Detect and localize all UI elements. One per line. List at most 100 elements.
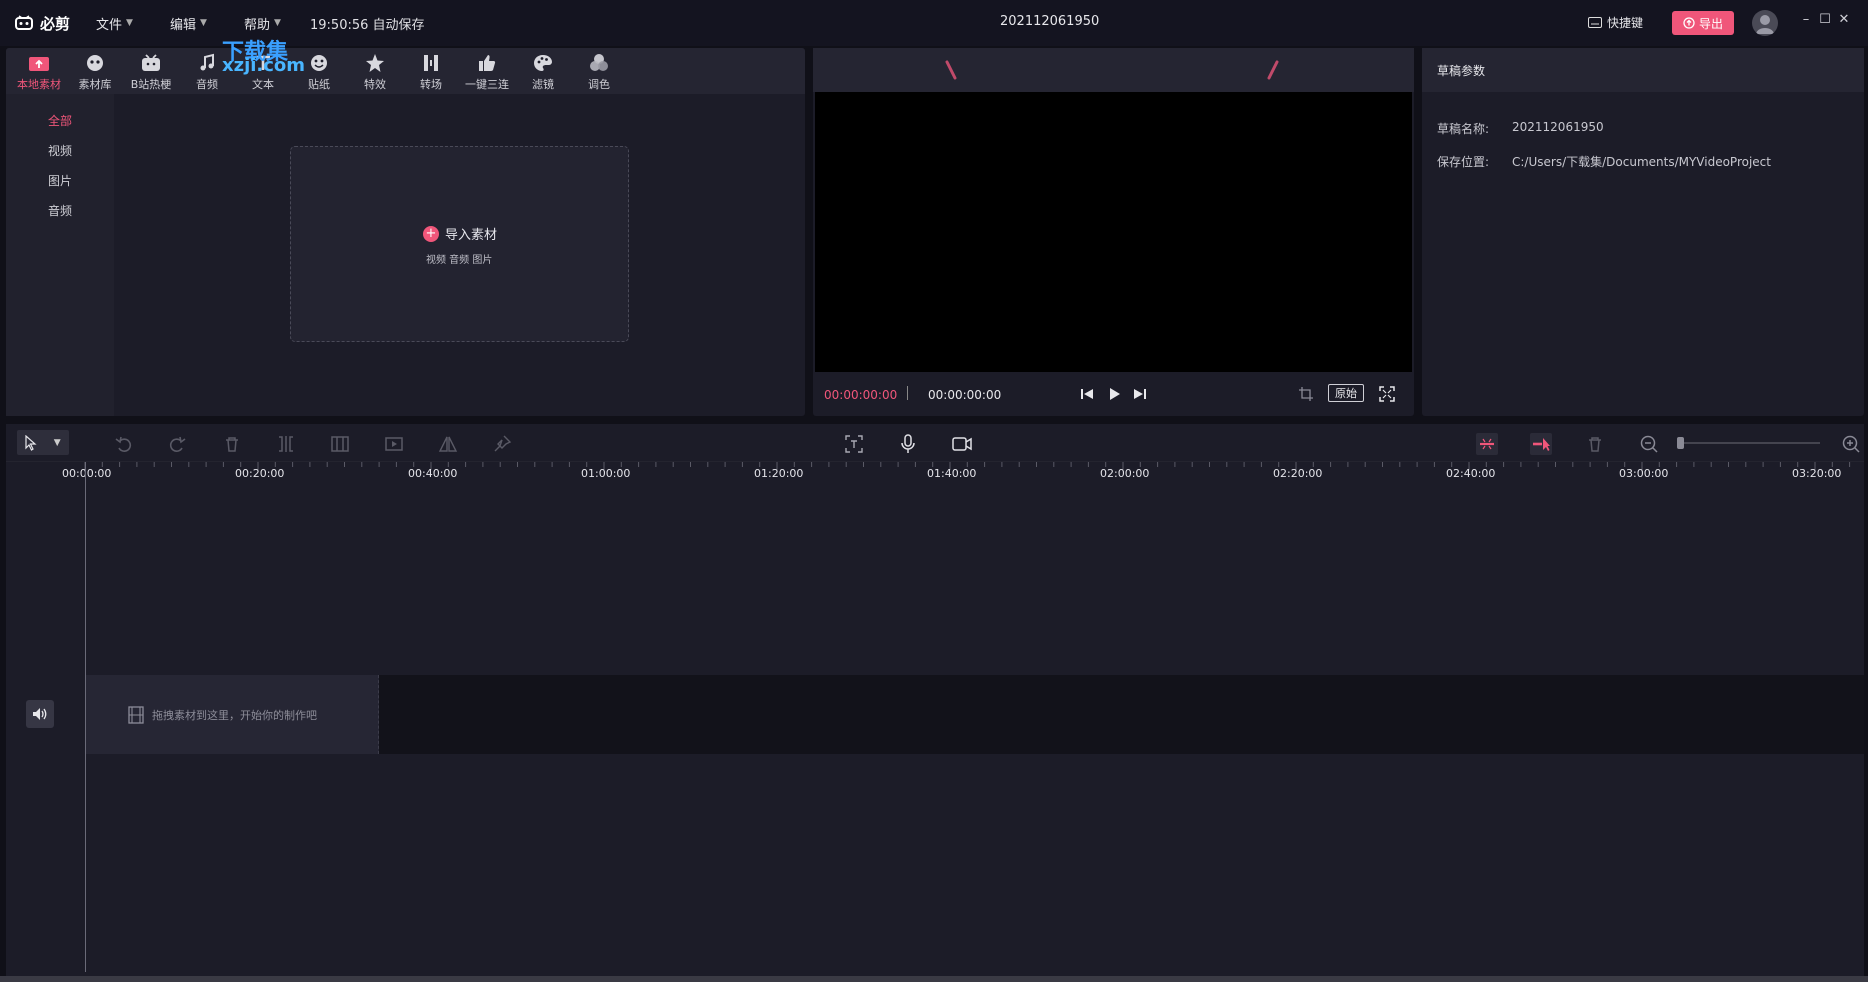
link-clips-icon[interactable] xyxy=(1530,433,1552,455)
chevron-down-icon: ▼ xyxy=(53,437,61,448)
tab-bilibili-memes[interactable]: B站热梗 xyxy=(123,52,179,94)
tab-color-grading[interactable]: 调色 xyxy=(571,52,627,94)
track-drop-zone[interactable]: 拖拽素材到这里，开始你的制作吧 xyxy=(86,675,379,754)
delete-icon[interactable] xyxy=(221,433,243,455)
undo-icon[interactable] xyxy=(113,433,135,455)
zoom-in-icon[interactable] xyxy=(1840,433,1862,455)
draft-name-label: 草稿名称: xyxy=(1437,122,1490,136)
material-library-icon xyxy=(84,52,106,74)
skip-forward-icon[interactable] xyxy=(1133,387,1147,401)
upload-folder-icon xyxy=(28,52,50,74)
export-button[interactable]: 导出 xyxy=(1672,11,1734,35)
horizontal-scrollbar[interactable] xyxy=(0,976,1868,982)
pin-icon[interactable] xyxy=(491,433,513,455)
skip-back-icon[interactable] xyxy=(1080,387,1094,401)
tab-material-library[interactable]: 素材库 xyxy=(67,52,123,94)
tab-effects[interactable]: 特效 xyxy=(347,52,403,94)
microphone-icon[interactable] xyxy=(897,433,919,455)
track-mute-button[interactable] xyxy=(26,700,54,728)
import-label: 导入素材 xyxy=(445,228,498,243)
split-icon[interactable] xyxy=(275,433,297,455)
zoom-slider-handle[interactable] xyxy=(1677,437,1684,449)
shortcut-button[interactable]: 快捷键 xyxy=(1588,14,1643,31)
sidebar-item-all[interactable]: 全部 xyxy=(6,112,114,129)
import-subtitle: 视频 音频 图片 xyxy=(426,255,493,266)
select-tool-dropdown[interactable]: ▼ xyxy=(17,430,69,455)
chevron-down-icon: ▼ xyxy=(200,18,207,28)
draft-name-value: 202112061950 xyxy=(1512,120,1604,134)
user-avatar-icon xyxy=(1756,15,1774,34)
zoom-out-icon[interactable] xyxy=(1638,433,1660,455)
ruler-tick-label: 00:40:00 xyxy=(408,467,458,480)
autosave-status: 19:50:56 自动保存 xyxy=(310,18,425,33)
aspect-original-button[interactable]: 原始 xyxy=(1328,384,1364,402)
chevron-down-icon: ▼ xyxy=(274,18,281,28)
tab-label: 滤镜 xyxy=(532,78,554,91)
import-material-button[interactable]: + 导入素材 xyxy=(423,224,497,243)
save-location-label: 保存位置: xyxy=(1437,155,1490,169)
tab-label: 转场 xyxy=(420,78,442,91)
sidebar-item-audio[interactable]: 音频 xyxy=(6,202,114,219)
thumbs-up-icon xyxy=(476,52,498,74)
bijian-logo-icon xyxy=(15,15,33,30)
app-name: 必剪 xyxy=(40,14,71,33)
playhead[interactable] xyxy=(85,462,86,972)
decorative-antenna-icon xyxy=(945,60,957,80)
ruler-tick-label: 01:40:00 xyxy=(927,467,977,480)
play-icon[interactable] xyxy=(1107,387,1121,401)
preview-header xyxy=(813,48,1414,92)
bilibili-tv-icon xyxy=(140,52,162,74)
preview-screen[interactable] xyxy=(815,92,1412,372)
sidebar-item-video[interactable]: 视频 xyxy=(6,142,114,159)
menu-edit-label: 编辑 xyxy=(170,17,197,33)
ruler-tick-label: 02:40:00 xyxy=(1446,467,1496,480)
ruler-tick-label: 00:20:00 xyxy=(235,467,285,480)
magnet-snap-icon[interactable] xyxy=(1476,433,1498,455)
freeze-frame-icon[interactable] xyxy=(383,433,405,455)
watermark-url: xzji.com xyxy=(222,55,306,76)
star-effect-icon xyxy=(364,52,386,74)
speaker-icon xyxy=(33,708,47,720)
fullscreen-icon[interactable] xyxy=(1379,386,1395,402)
app-logo: 必剪 xyxy=(14,12,70,34)
mirror-icon[interactable] xyxy=(437,433,459,455)
timeline-delete-icon[interactable] xyxy=(1584,433,1606,455)
properties-title: 草稿参数 xyxy=(1437,64,1486,78)
tab-triple-like[interactable]: 一键三连 xyxy=(459,52,515,94)
menu-file[interactable]: 文件 ▼ xyxy=(96,13,133,33)
import-drop-zone[interactable] xyxy=(290,146,629,342)
palette-icon xyxy=(532,52,554,74)
redo-icon[interactable] xyxy=(166,433,188,455)
film-strip-icon xyxy=(128,705,144,724)
tab-label: 本地素材 xyxy=(17,78,61,91)
cursor-arrow-icon xyxy=(25,434,37,451)
sidebar-item-image[interactable]: 图片 xyxy=(6,172,114,189)
close-icon[interactable]: ✕ xyxy=(1836,12,1852,27)
trim-icon[interactable] xyxy=(329,433,351,455)
minimize-icon[interactable]: – xyxy=(1798,12,1814,27)
menu-file-label: 文件 xyxy=(96,17,123,33)
keyboard-icon xyxy=(1588,17,1602,28)
ruler-tick-label: 02:20:00 xyxy=(1273,467,1323,480)
tab-local-material[interactable]: 本地素材 xyxy=(11,52,67,94)
auto-caption-icon[interactable] xyxy=(843,433,865,455)
current-time: 00:00:00:00 xyxy=(824,388,898,402)
menu-help[interactable]: 帮助 ▼ xyxy=(244,13,281,33)
properties-panel xyxy=(1422,48,1864,416)
ruler-tick-label: 01:20:00 xyxy=(754,467,804,480)
tab-filter[interactable]: 滤镜 xyxy=(515,52,571,94)
menu-edit[interactable]: 编辑 ▼ xyxy=(170,13,207,33)
decorative-antenna-icon xyxy=(1267,60,1279,80)
color-circles-icon xyxy=(588,52,610,74)
tab-label: 调色 xyxy=(588,78,610,91)
tab-transition[interactable]: 转场 xyxy=(403,52,459,94)
record-camera-icon[interactable] xyxy=(951,433,973,455)
save-location-value: C:/Users/下载集/Documents/MYVideoProject xyxy=(1512,155,1771,169)
maximize-icon[interactable]: ☐ xyxy=(1817,12,1833,27)
zoom-slider-track[interactable] xyxy=(1680,442,1820,444)
transition-icon xyxy=(420,52,442,74)
crop-icon[interactable] xyxy=(1298,386,1314,402)
ruler-tick-label: 01:00:00 xyxy=(581,467,631,480)
avatar[interactable] xyxy=(1752,10,1778,36)
document-title: 202112061950 xyxy=(1000,14,1100,29)
